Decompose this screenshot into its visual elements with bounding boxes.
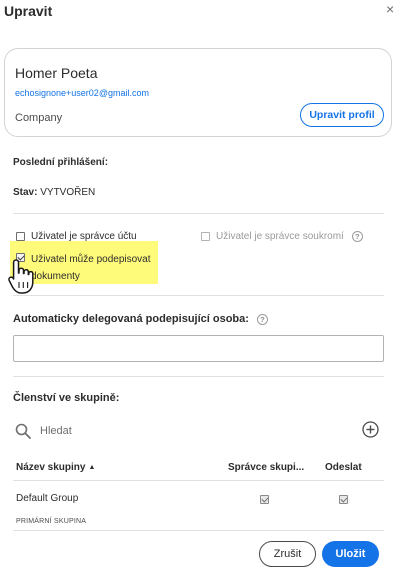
- group-name: Default Group: [16, 493, 79, 504]
- column-header-name[interactable]: Název skupiny ▲: [16, 462, 95, 473]
- hand-cursor-icon: [8, 259, 34, 294]
- user-card: Homer Poeta echosignone+user02@gmail.com…: [4, 48, 392, 137]
- column-header-name-label: Název skupiny: [16, 462, 86, 473]
- cancel-button[interactable]: Zrušit: [259, 541, 316, 567]
- user-email: echosignone+user02@gmail.com: [15, 88, 149, 98]
- column-header-admin: Správce skupi...: [228, 462, 305, 473]
- delegation-input[interactable]: [13, 335, 384, 362]
- privacy-admin-checkbox-row: Uživatel je správce soukromí ?: [201, 231, 363, 242]
- primary-group-label: PRIMÁRNÍ SKUPINA: [16, 518, 87, 525]
- save-button[interactable]: Uložit: [322, 541, 379, 567]
- last-login-label: Poslední přihlášení:: [13, 157, 109, 168]
- can-sign-label[interactable]: Uživatel může podepisovat dokumenty: [31, 251, 156, 285]
- divider: [13, 530, 384, 531]
- column-header-send: Odeslat: [325, 462, 362, 473]
- edit-profile-button[interactable]: Upravit profil: [300, 103, 384, 127]
- status-line: Stav: VYTVOŘEN: [13, 187, 95, 198]
- delegation-label-text: Automaticky delegovaná podepisující osob…: [13, 313, 249, 325]
- info-icon[interactable]: ?: [351, 231, 363, 242]
- account-admin-checkbox[interactable]: [16, 232, 25, 241]
- status-value: VYTVOŘEN: [40, 187, 96, 198]
- divider: [13, 295, 384, 296]
- group-search-input[interactable]: [40, 421, 240, 441]
- user-name: Homer Poeta: [15, 65, 98, 81]
- group-send-checkbox[interactable]: [339, 495, 348, 504]
- table-header-divider: [13, 480, 384, 481]
- groups-label: Členství ve skupině:: [13, 392, 120, 404]
- group-admin-checkbox[interactable]: [260, 495, 269, 504]
- search-icon: [15, 423, 31, 439]
- close-icon[interactable]: ×: [386, 2, 394, 16]
- divider: [13, 376, 384, 377]
- status-label: Stav:: [13, 187, 38, 198]
- dialog-title: Upravit: [4, 3, 53, 19]
- sort-ascending-icon: ▲: [88, 464, 96, 471]
- add-group-icon[interactable]: [362, 421, 379, 438]
- divider: [13, 213, 384, 214]
- privacy-admin-checkbox: [201, 232, 210, 241]
- privacy-admin-label: Uživatel je správce soukromí: [216, 231, 344, 242]
- delegation-label: Automaticky delegovaná podepisující osob…: [13, 313, 268, 325]
- info-icon[interactable]: ?: [256, 313, 268, 325]
- user-company: Company: [15, 112, 63, 124]
